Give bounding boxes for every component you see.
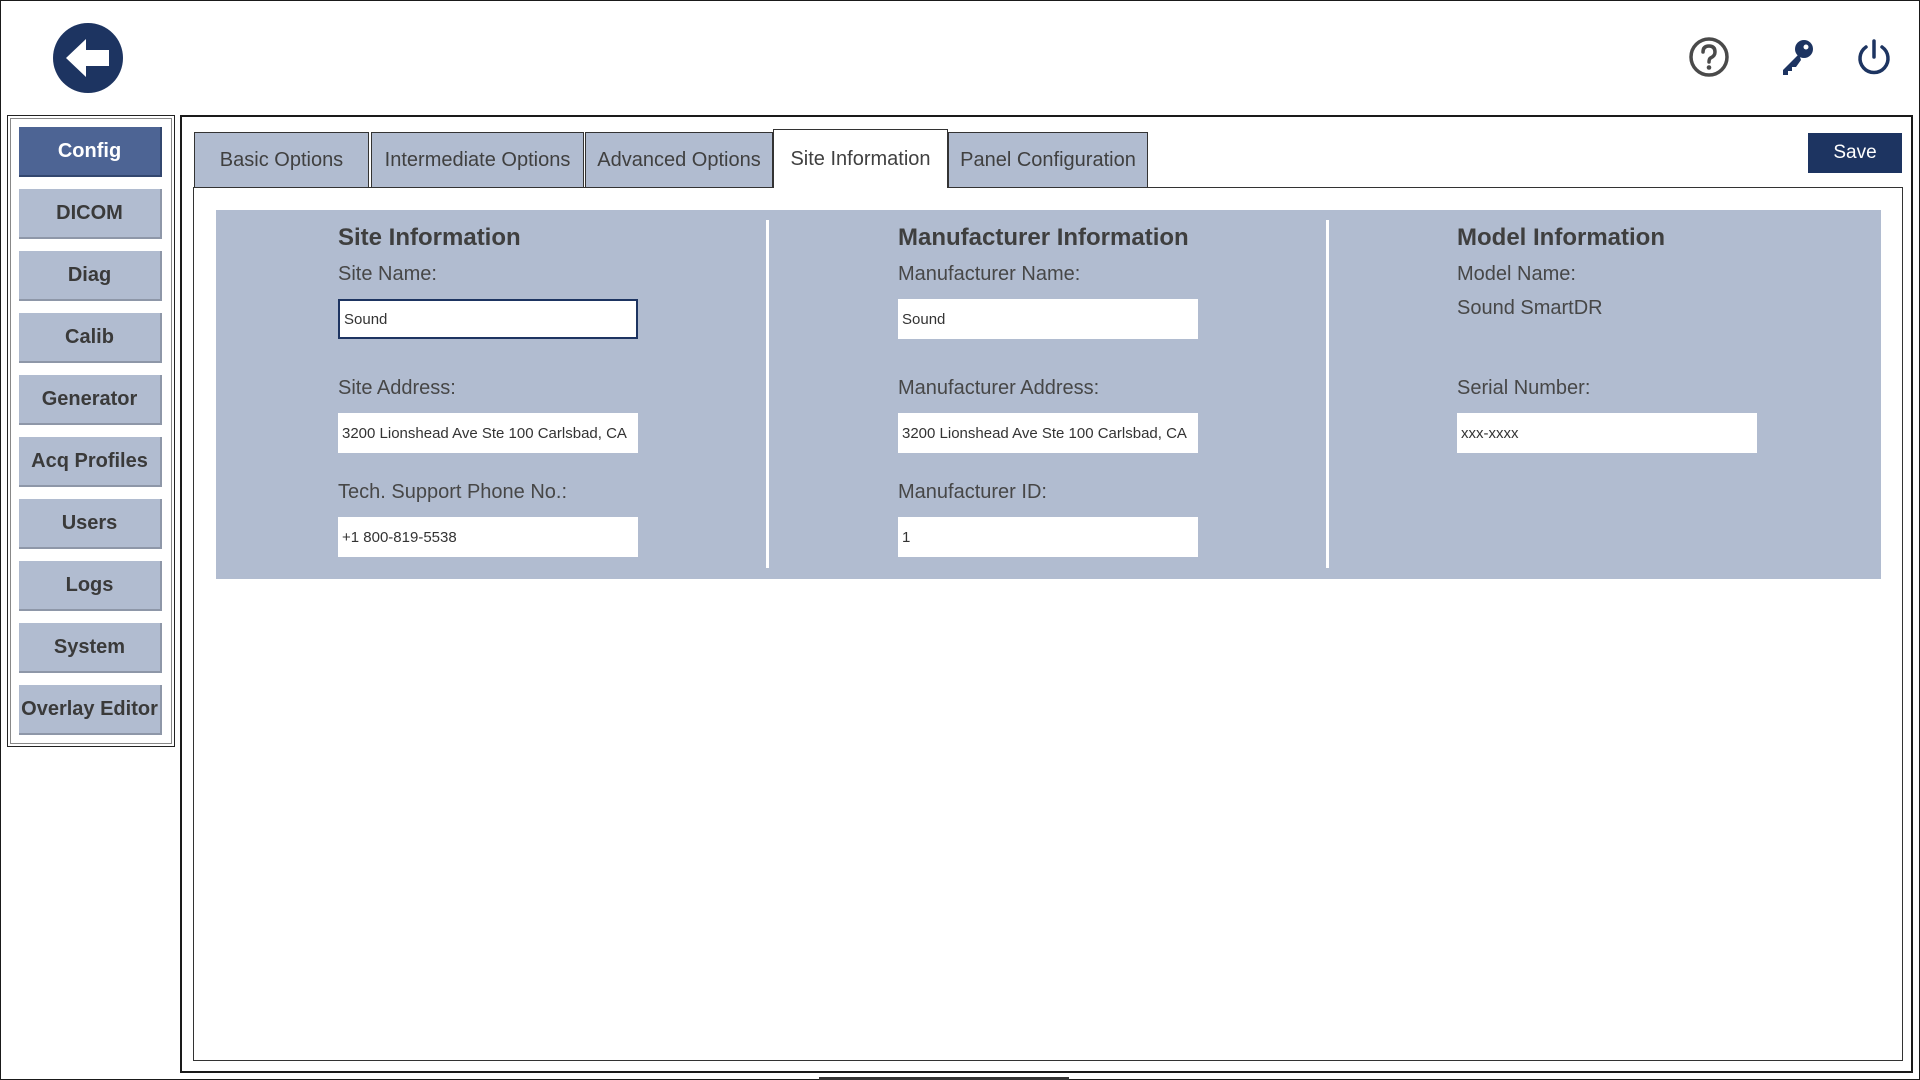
model-information-title: Model Information [1457,224,1665,251]
sidebar-item-generator[interactable]: Generator [19,375,162,425]
tab-advanced-options[interactable]: Advanced Options [585,132,773,188]
info-panel: Site Information Site Name: Site Address… [216,210,1881,579]
model-name-label: Model Name: [1457,263,1576,285]
app-window: Config DICOM Diag Calib Generator Acq Pr… [0,0,1920,1080]
site-name-input[interactable] [338,299,638,339]
serial-number-label: Serial Number: [1457,377,1591,399]
tab-basic-options[interactable]: Basic Options [194,132,369,188]
sidebar-item-system[interactable]: System [19,623,162,673]
sidebar-item-users[interactable]: Users [19,499,162,549]
manufacturer-id-label: Manufacturer ID: [898,481,1047,503]
sidebar: Config DICOM Diag Calib Generator Acq Pr… [7,115,175,747]
back-arrow-icon [66,39,109,77]
sidebar-item-overlay-editor[interactable]: Overlay Editor [19,685,162,735]
key-icon [1783,40,1813,75]
site-address-input[interactable] [338,413,638,453]
model-name-value: Sound SmartDR [1457,297,1603,319]
tab-site-information[interactable]: Site Information [773,129,948,188]
help-button[interactable] [1687,35,1731,79]
section-divider [766,220,769,568]
sidebar-item-diag[interactable]: Diag [19,251,162,301]
sidebar-item-dicom[interactable]: DICOM [19,189,162,239]
power-button[interactable] [1852,35,1896,79]
tab-panel-configuration[interactable]: Panel Configuration [948,132,1148,188]
site-name-label: Site Name: [338,263,437,285]
key-button[interactable] [1775,35,1819,79]
save-button[interactable]: Save [1808,133,1902,173]
sidebar-item-acq-profiles[interactable]: Acq Profiles [19,437,162,487]
tab-content: Site Information Site Name: Site Address… [193,187,1903,1061]
site-information-title: Site Information [338,224,521,251]
manufacturer-address-label: Manufacturer Address: [898,377,1100,399]
serial-number-input[interactable] [1457,413,1757,453]
sidebar-item-config[interactable]: Config [19,127,162,177]
back-button[interactable] [53,23,123,93]
manufacturer-address-input[interactable] [898,413,1198,453]
manufacturer-name-input[interactable] [898,299,1198,339]
main-panel: Basic Options Intermediate Options Advan… [180,115,1913,1073]
sidebar-item-logs[interactable]: Logs [19,561,162,611]
manufacturer-information-title: Manufacturer Information [898,224,1189,251]
tech-support-phone-input[interactable] [338,517,638,557]
section-divider [1326,220,1329,568]
power-icon [1858,39,1890,75]
site-address-label: Site Address: [338,377,456,399]
manufacturer-id-input[interactable] [898,517,1198,557]
sidebar-item-calib[interactable]: Calib [19,313,162,363]
help-icon [1689,37,1729,77]
tech-support-phone-label: Tech. Support Phone No.: [338,481,568,503]
manufacturer-name-label: Manufacturer Name: [898,263,1081,285]
tab-intermediate-options[interactable]: Intermediate Options [371,132,584,188]
